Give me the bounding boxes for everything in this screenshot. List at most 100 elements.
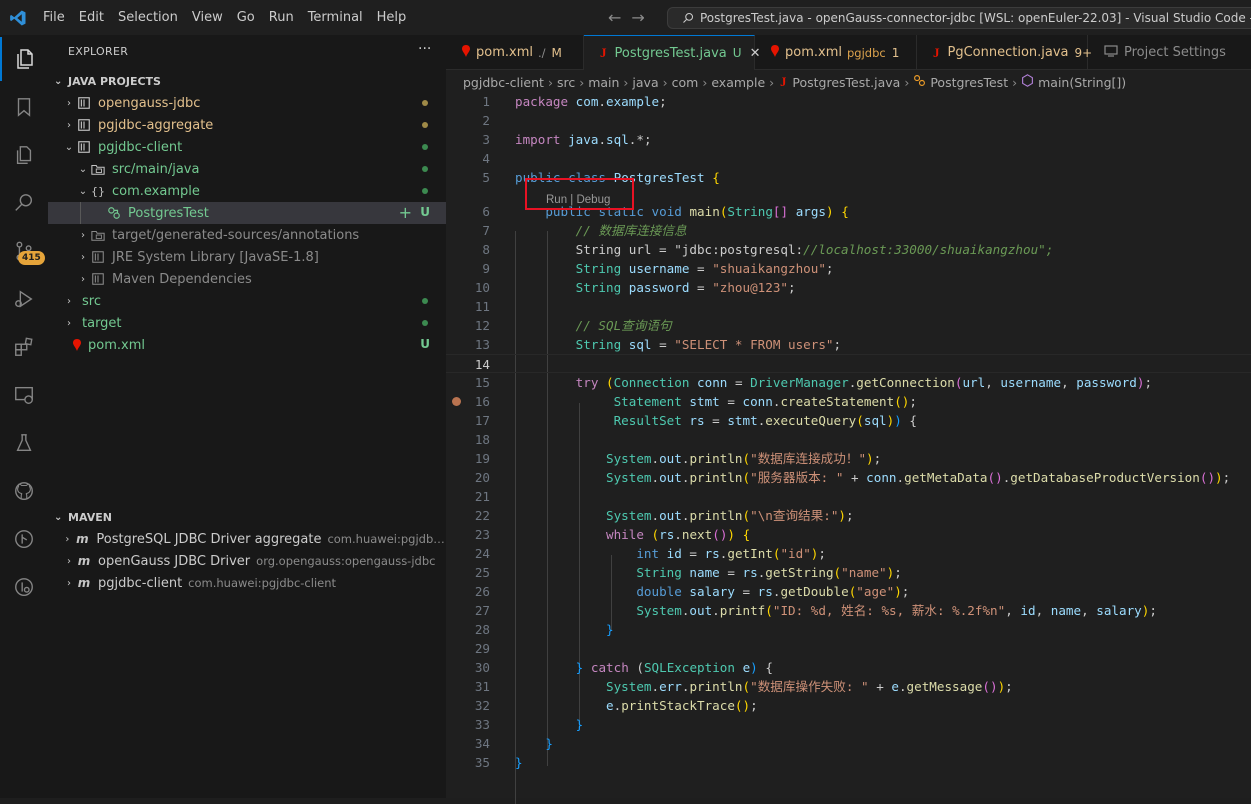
code-text: int id = rs.getInt("id"); [636,546,826,561]
java-projects-section[interactable]: ⌄ JAVA PROJECTS [48,70,446,92]
tab-pom-xml-pgjdbc[interactable]: pom.xml pgjdbc 1 [755,35,917,70]
breadcrumb-item[interactable]: pgjdbc-client [463,75,544,90]
code-line[interactable]: 35} [446,753,1251,772]
code-text: try (Connection conn = DriverManager.get… [575,375,1153,390]
line-number: 7 [482,223,490,238]
line-number: 34 [474,736,490,751]
breadcrumb-item[interactable]: com [672,75,699,90]
code-line[interactable]: 15 try (Connection conn = DriverManager.… [446,373,1251,392]
tree-item-pgjdbc-client[interactable]: ⌄ pgjdbc-client [48,136,446,158]
code-line[interactable]: 10 String password = "zhou@123"; [446,278,1251,297]
explorer-icon[interactable] [0,37,48,81]
tab-description: pgjdbc [846,45,886,60]
code-line[interactable]: 11 [446,297,1251,316]
line-number: 11 [474,299,490,314]
search-icon[interactable] [0,181,48,225]
breadcrumb-item[interactable]: src [557,75,575,90]
menu-view[interactable]: View [185,0,230,35]
code-line[interactable]: 31 System.err.println("数据库操作失败: " + e.ge… [446,677,1251,696]
tab-project-settings[interactable]: Project Settings [1088,35,1251,70]
code-line[interactable]: 32 e.printStackTrace(); [446,696,1251,715]
tree-item-target[interactable]: › target [48,312,446,334]
menu-run[interactable]: Run [262,0,301,35]
tree-item-opengauss-jdbc[interactable]: › opengauss-jdbc [48,92,446,114]
code-line[interactable]: 30 } catch (SQLException e) { [446,658,1251,677]
code-line[interactable]: 20 System.out.println("服务器版本: " + conn.g… [446,468,1251,487]
breadcrumb-item[interactable]: example [711,75,765,90]
code-line[interactable]: 19 System.out.println("数据库连接成功！"); [446,449,1251,468]
menu-selection[interactable]: Selection [111,0,185,35]
run-debug-icon[interactable] [0,277,48,321]
breadcrumb-item[interactable]: main(String[]) [1038,75,1126,90]
tab-postgrestest-java[interactable]: J PostgresTest.java U ✕ [584,35,760,70]
tree-item-target-generated[interactable]: › target/generated-sources/annotations [48,224,446,246]
menu-file[interactable]: File [36,0,72,35]
maven-item[interactable]: › m PostgreSQL JDBC Driver aggregate com… [48,528,446,550]
menu-help[interactable]: Help [370,0,414,35]
code-line[interactable]: 13 String sql = "SELECT * FROM users"; [446,335,1251,354]
more-actions-icon[interactable]: ··· [418,41,431,57]
untracked-dot [422,144,428,150]
navigation-arrows: ← → [608,0,645,35]
code-line[interactable]: 4 [446,149,1251,168]
breakpoint-hint-icon[interactable] [452,397,461,406]
breadcrumb-item[interactable]: PostgresTest.java [792,75,900,90]
maven-item[interactable]: › m pgjdbc-client com.huawei:pgjdbc-clie… [48,572,446,594]
tree-item-pgjdbc-aggregate[interactable]: › pgjdbc-aggregate [48,114,446,136]
code-line[interactable]: 14 [446,354,1251,373]
code-line[interactable]: 2 [446,111,1251,130]
code-line[interactable]: 34 } [446,734,1251,753]
menu-edit[interactable]: Edit [72,0,111,35]
code-line[interactable]: 16 Statement stmt = conn.createStatement… [446,392,1251,411]
code-line[interactable]: 27 System.out.printf("ID: %d, 姓名: %s, 薪水… [446,601,1251,620]
gitlens-icon[interactable] [0,565,48,609]
code-line[interactable]: 28 } [446,620,1251,639]
code-line[interactable]: 33 } [446,715,1251,734]
code-line[interactable]: 8 String url = "jdbc:postgresql://localh… [446,240,1251,259]
code-line[interactable]: 18 [446,430,1251,449]
code-line[interactable]: 7 // 数据库连接信息 [446,221,1251,240]
code-line[interactable]: 1 package com.example; [446,92,1251,111]
chevron-right-icon: › [67,577,71,589]
breadcrumb-item[interactable]: java [632,75,658,90]
maven-section[interactable]: ⌄ MAVEN [48,506,446,528]
tree-item-postgrestest[interactable]: PostgresTest + U [48,202,446,224]
remote-explorer-icon[interactable] [0,373,48,417]
tree-item-maven-dependencies[interactable]: › Maven Dependencies [48,268,446,290]
copy-files-icon[interactable] [0,133,48,177]
tree-item-com-example[interactable]: ⌄ {} com.example [48,180,446,202]
code-line[interactable]: 12 // SQL查询语句 [446,316,1251,335]
new-file-plus-icon[interactable]: + [399,203,412,222]
tab-pom-xml-root[interactable]: pom.xml ./ M [446,35,584,70]
git-graph-icon[interactable] [0,517,48,561]
code-line[interactable]: 23 while (rs.next()) { [446,525,1251,544]
tree-item-src-main-java[interactable]: ⌄ src/main/java [48,158,446,180]
code-line[interactable]: 29 [446,639,1251,658]
code-line[interactable]: 22 System.out.println("\n查询结果:"); [446,506,1251,525]
code-line[interactable]: 3 import java.sql.*; [446,130,1251,149]
breadcrumb-item[interactable]: main [588,75,619,90]
github-icon[interactable] [0,469,48,513]
command-center[interactable]: PostgresTest.java - openGauss-connector-… [667,7,1251,29]
tree-item-jre-library[interactable]: › JRE System Library [JavaSE-1.8] [48,246,446,268]
extensions-icon[interactable] [0,325,48,369]
code-line[interactable]: 25 String name = rs.getString("name"); [446,563,1251,582]
maven-file-icon [771,44,779,61]
code-line[interactable]: 21 [446,487,1251,506]
forward-arrow-icon[interactable]: → [631,8,644,27]
tab-pgconnection-java[interactable]: J PgConnection.java 9+ [917,35,1092,70]
code-line[interactable]: 26 double salary = rs.getDouble("age"); [446,582,1251,601]
testing-flask-icon[interactable] [0,421,48,465]
code-line[interactable]: 9 String username = "shuaikangzhou"; [446,259,1251,278]
menu-go[interactable]: Go [230,0,262,35]
back-arrow-icon[interactable]: ← [608,8,621,27]
code-line[interactable]: 24 int id = rs.getInt("id"); [446,544,1251,563]
code-line[interactable]: 17 ResultSet rs = stmt.executeQuery(sql)… [446,411,1251,430]
tree-item-pom-xml[interactable]: pom.xml U [48,334,446,356]
menu-terminal[interactable]: Terminal [301,0,370,35]
bookmark-icon[interactable] [0,85,48,129]
tree-item-src[interactable]: › src [48,290,446,312]
maven-item[interactable]: › m openGauss JDBC Driver org.opengauss:… [48,550,446,572]
tab-label: pom.xml [476,45,533,60]
breadcrumb-item[interactable]: PostgresTest [930,75,1008,90]
